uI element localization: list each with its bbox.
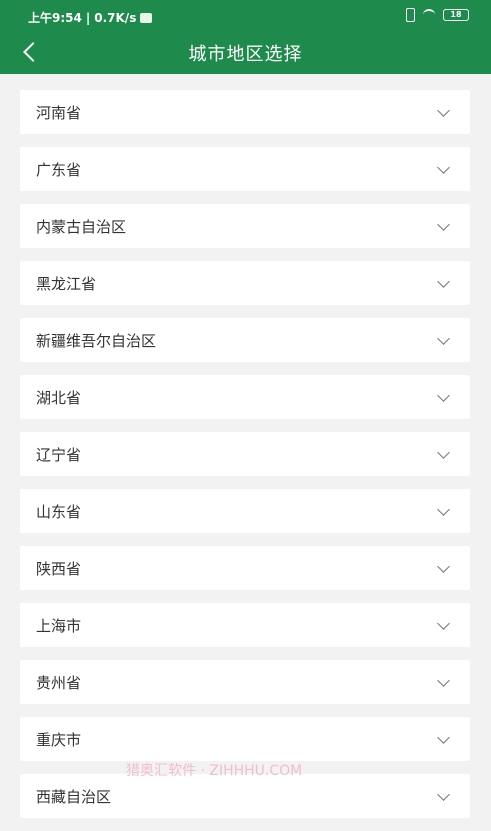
region-label: 重庆市 [36, 730, 82, 749]
region-label: 陕西省 [36, 559, 82, 578]
region-item[interactable]: 内蒙古自治区 [20, 204, 470, 248]
chevron-down-icon [437, 673, 450, 687]
region-label: 新疆维吾尔自治区 [36, 331, 157, 350]
region-label: 黑龙江省 [36, 274, 97, 293]
region-item[interactable]: 贵州省 [20, 660, 470, 704]
battery-icon: 18 [443, 9, 469, 21]
region-label: 内蒙古自治区 [36, 217, 127, 236]
chevron-down-icon [437, 331, 450, 345]
status-time: 上午9:54 [28, 11, 82, 25]
status-bar: 上午9:54 | 0.7K/s 18 [0, 0, 491, 30]
region-item[interactable]: 西藏自治区 [20, 774, 470, 818]
region-item[interactable]: 山东省 [20, 489, 470, 533]
chevron-down-icon [437, 388, 450, 402]
chevron-down-icon [437, 274, 450, 288]
chevron-down-icon [437, 445, 450, 459]
app-header: 上午9:54 | 0.7K/s 18 城市地区选择 [0, 0, 491, 74]
region-label: 广东省 [36, 160, 82, 179]
chevron-down-icon [437, 502, 450, 516]
region-item[interactable]: 辽宁省 [20, 432, 470, 476]
region-item[interactable]: 上海市 [20, 603, 470, 647]
region-item[interactable]: 湖北省 [20, 375, 470, 419]
region-item[interactable]: 黑龙江省 [20, 261, 470, 305]
notification-icon [140, 12, 153, 23]
region-item[interactable]: 陕西省 [20, 546, 470, 590]
chevron-down-icon [437, 103, 450, 117]
region-item[interactable]: 河南省 [20, 90, 470, 134]
region-label: 山东省 [36, 502, 82, 521]
chevron-down-icon [437, 160, 450, 174]
region-item[interactable]: 广东省 [20, 147, 470, 191]
region-item[interactable]: 重庆市 [20, 717, 470, 761]
chevron-down-icon [437, 616, 450, 630]
region-label: 西藏自治区 [36, 787, 112, 806]
watermark: 猎奥汇软件 · ZIHHHU.COM [126, 763, 303, 779]
region-label: 河南省 [36, 103, 82, 122]
status-separator: | [85, 10, 91, 25]
region-label: 上海市 [36, 616, 82, 635]
status-right: 18 [406, 8, 469, 22]
region-list: 河南省广东省内蒙古自治区 黑龙江省新疆维吾尔自治区 湖北省辽宁省山东省陕西省上海市贵… [20, 90, 470, 831]
chevron-down-icon [437, 730, 450, 744]
region-label: 辽宁省 [36, 445, 82, 464]
region-label: 贵州省 [36, 673, 82, 692]
wifi-icon [423, 9, 435, 21]
page-title: 城市地区选择 [188, 44, 303, 65]
chevron-down-icon [437, 559, 450, 573]
chevron-down-icon [437, 217, 450, 231]
region-item[interactable]: 新疆维吾尔自治区 [20, 318, 470, 362]
chevron-down-icon [437, 787, 450, 801]
bluetooth-icon [406, 8, 415, 22]
status-network-speed: 0.7K/s [94, 10, 137, 25]
region-label: 湖北省 [36, 388, 82, 407]
status-left: 上午9:54 | 0.7K/s [28, 9, 153, 26]
